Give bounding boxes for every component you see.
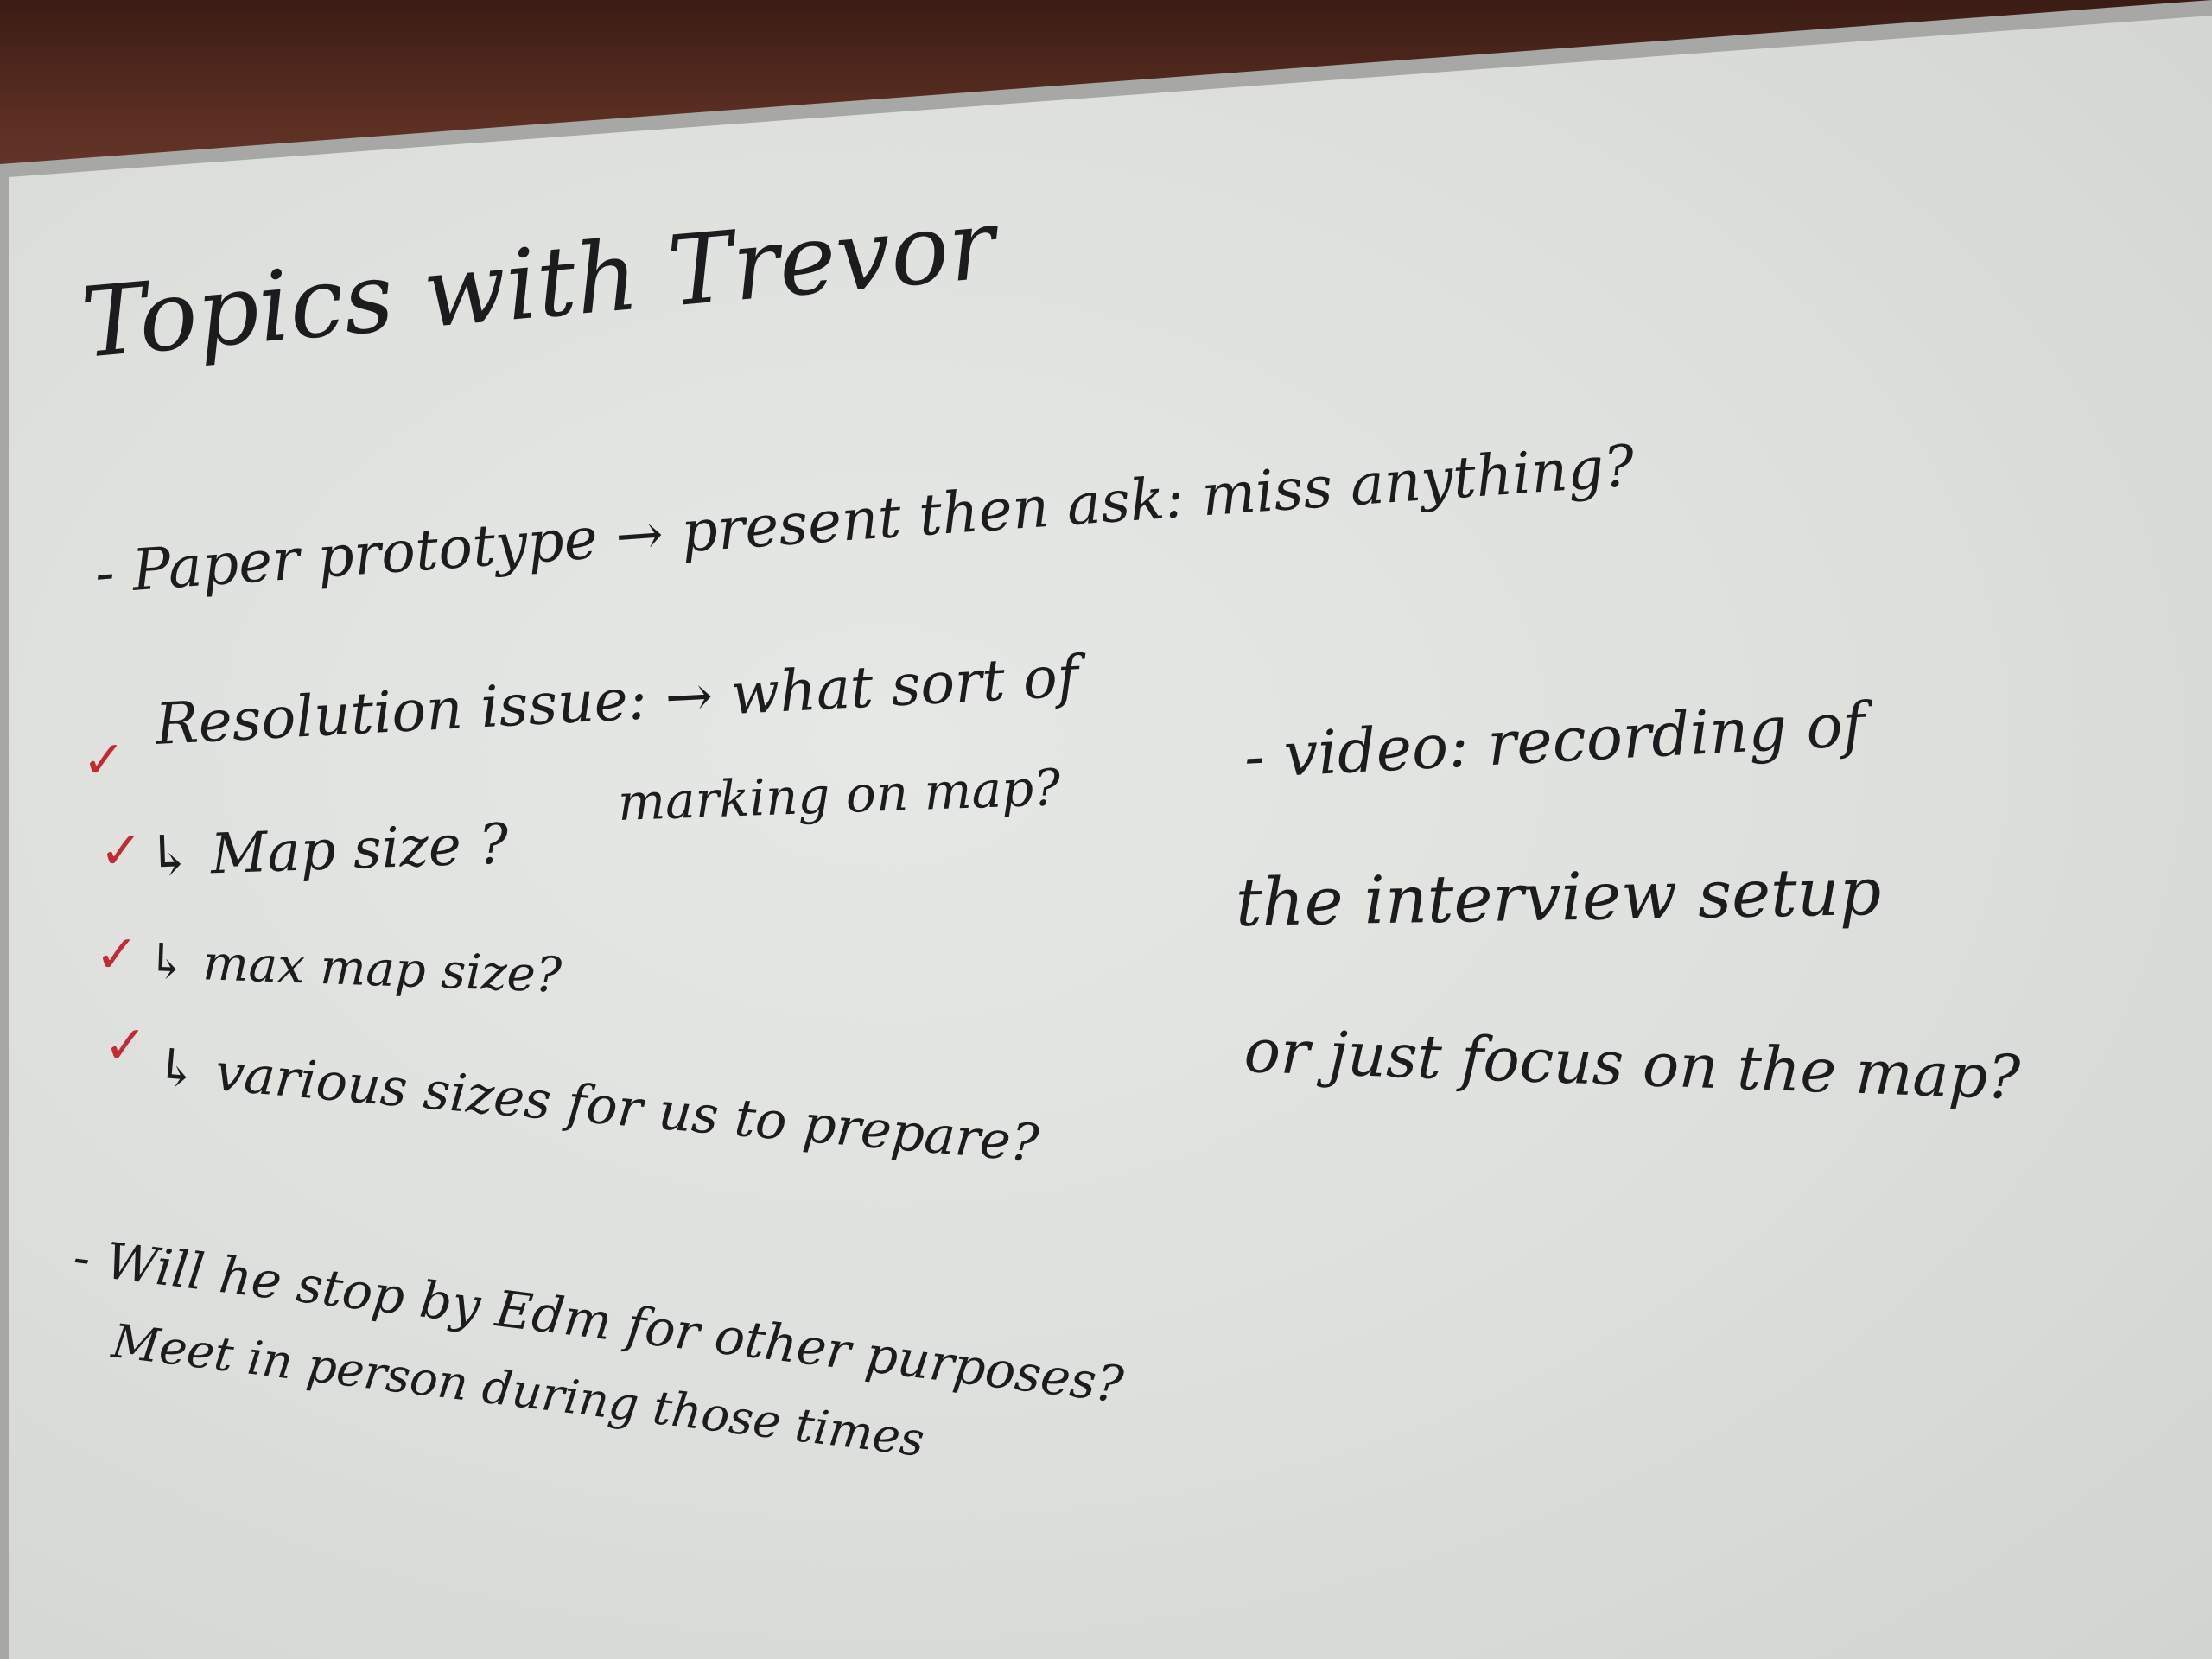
note-interview-setup: the interview setup (1235, 852, 1882, 941)
checkmark-icon: ✓ (95, 925, 139, 985)
checkmark-icon: ✓ (104, 1015, 148, 1076)
note-map-size: ↳ Map size ? (145, 812, 510, 889)
checkmark-icon: ✓ (82, 730, 126, 791)
checkmark-icon: ✓ (99, 821, 143, 881)
